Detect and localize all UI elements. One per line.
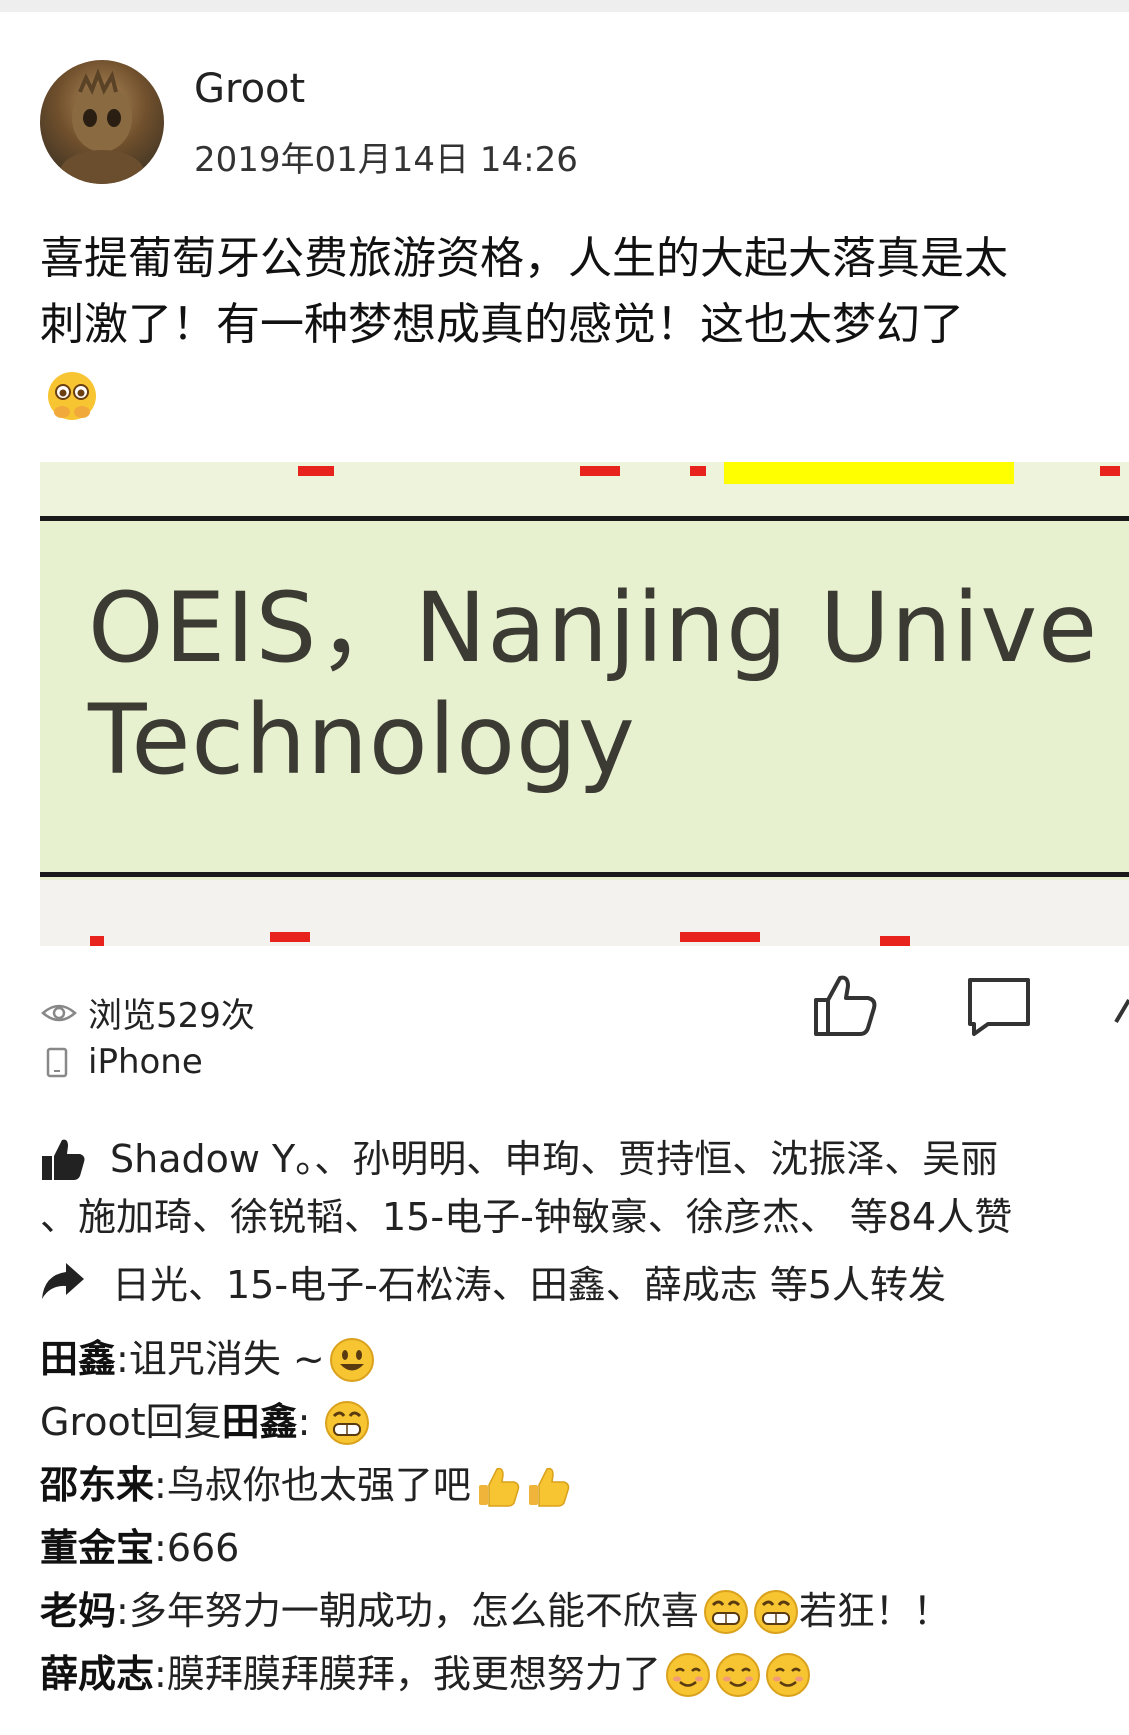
red-mark (90, 936, 104, 946)
comment-item[interactable]: 董金宝: 666 (40, 1517, 1129, 1580)
red-mark (880, 936, 910, 946)
status-strip (0, 0, 1129, 12)
comment-item[interactable]: 邵东来: 鸟叔你也太强了吧 (40, 1454, 1129, 1517)
device-row: iPhone (40, 1042, 203, 1082)
comment-text: 666 (166, 1526, 240, 1570)
red-mark (680, 932, 760, 942)
comment-text: 鸟叔你也太强了吧 (166, 1463, 471, 1507)
photo-text-line: OEIS，Nanjing Unive (88, 572, 1099, 684)
comment-separator: : (116, 1337, 129, 1381)
comment-item[interactable]: Groot 回复 田鑫: (40, 1391, 1129, 1454)
thumbs-up-filled-icon (40, 1136, 86, 1182)
photo-bottom-band (40, 880, 1129, 946)
grin-emoji-icon (324, 1400, 370, 1446)
thumbs-up-emoji-icon (525, 1463, 571, 1509)
forwards-section: 日光、15-电子-石松涛、田鑫、薛成志 等5人转发 (40, 1254, 946, 1309)
comment-text: 多年努力一朝成功，怎么能不欣喜 (128, 1589, 699, 1633)
grin-emoji-icon (753, 1589, 799, 1635)
share-button[interactable] (1112, 970, 1129, 1044)
comment-author[interactable]: Groot (40, 1391, 146, 1454)
blush-emoji-icon (765, 1652, 811, 1698)
phone-icon (40, 1045, 78, 1079)
comment-icon (968, 978, 1030, 1036)
comment-text: 膜拜膜拜膜拜，我更想努力了 (166, 1652, 661, 1696)
comment-separator: : (154, 1463, 167, 1507)
post-content: 喜提葡萄牙公费旅游资格，人生的大起大落真是太 刺激了！有一种梦想成真的感觉！这也… (40, 226, 1129, 358)
red-mark (270, 932, 310, 942)
yellow-highlight (724, 462, 1014, 484)
red-mark (298, 466, 334, 476)
reply-target[interactable]: 田鑫 (222, 1391, 298, 1454)
like-button[interactable] (810, 970, 880, 1044)
red-mark (690, 466, 706, 476)
comment-separator: : (297, 1400, 311, 1444)
photo-rule-bottom (40, 872, 1129, 877)
view-count: 浏览529次 (88, 996, 255, 1036)
comment-author[interactable]: 田鑫 (40, 1328, 116, 1391)
comment-text-tail: 若狂！！ (798, 1589, 951, 1633)
comment-text: 诅咒消失 ~ (128, 1337, 325, 1381)
photo-text-line: Technology (88, 684, 636, 796)
forward-arrow-icon (40, 1259, 86, 1305)
pleading-face-icon (44, 368, 100, 424)
comment-separator: : (154, 1652, 167, 1696)
comment-author[interactable]: 邵东来 (40, 1454, 154, 1517)
post-photo[interactable]: OEIS，Nanjing Unive Technology (40, 462, 1129, 946)
comments-list: 田鑫: 诅咒消失 ~ Groot 回复 田鑫: 邵东来: 鸟叔你也太强了吧 董金… (40, 1328, 1129, 1706)
reply-word: 回复 (145, 1400, 222, 1444)
photo-rule-top (40, 516, 1129, 521)
likes-names-cont[interactable]: 、施加琦、徐锐韬、15-电子-钟敏豪、徐彦杰、 等84人赞 (40, 1188, 1129, 1246)
grin-emoji-icon (703, 1589, 749, 1635)
comment-separator: : (116, 1589, 129, 1633)
comment-button[interactable] (964, 970, 1034, 1044)
likes-line: Shadow Y。、孙明明、申珣、贾持恒、沈振泽、吴丽 (40, 1130, 1129, 1188)
post-content-line: 刺激了！有一种梦想成真的感觉！这也太梦幻了 (40, 299, 964, 350)
device-name: iPhone (88, 1042, 203, 1082)
share-icon (1114, 998, 1129, 1024)
forwards-names[interactable]: 日光、15-电子-石松涛、田鑫、薛成志 等5人转发 (112, 1254, 946, 1309)
likes-names[interactable]: Shadow Y。、孙明明、申珣、贾持恒、沈振泽、吴丽 (110, 1130, 998, 1188)
post-timestamp: 2019年01月14日 14:26 (194, 140, 578, 180)
blush-emoji-icon (665, 1652, 711, 1698)
thumbs-up-icon (814, 975, 877, 1036)
comment-separator: : (154, 1526, 167, 1570)
eye-icon (40, 996, 78, 1030)
likes-section: Shadow Y。、孙明明、申珣、贾持恒、沈振泽、吴丽 、施加琦、徐锐韬、15-… (40, 1130, 1129, 1246)
red-mark (1100, 466, 1120, 476)
comment-author[interactable]: 薛成志 (40, 1643, 154, 1706)
comment-item[interactable]: 薛成志: 膜拜膜拜膜拜，我更想努力了 (40, 1643, 1129, 1706)
post-content-line: 喜提葡萄牙公费旅游资格，人生的大起大落真是太 (40, 233, 1008, 284)
red-mark (580, 466, 620, 476)
blush-emoji-icon (715, 1652, 761, 1698)
comment-author[interactable]: 董金宝 (40, 1517, 154, 1580)
avatar[interactable] (40, 60, 164, 184)
author-name[interactable]: Groot (194, 66, 305, 112)
views-row: 浏览529次 (40, 988, 255, 1037)
smile-emoji-icon (329, 1337, 375, 1383)
comment-author[interactable]: 老妈 (40, 1580, 116, 1643)
thumbs-up-emoji-icon (475, 1463, 521, 1509)
comment-item[interactable]: 老妈: 多年努力一朝成功，怎么能不欣喜 若狂！！ (40, 1580, 1129, 1643)
comment-item[interactable]: 田鑫: 诅咒消失 ~ (40, 1328, 1129, 1391)
